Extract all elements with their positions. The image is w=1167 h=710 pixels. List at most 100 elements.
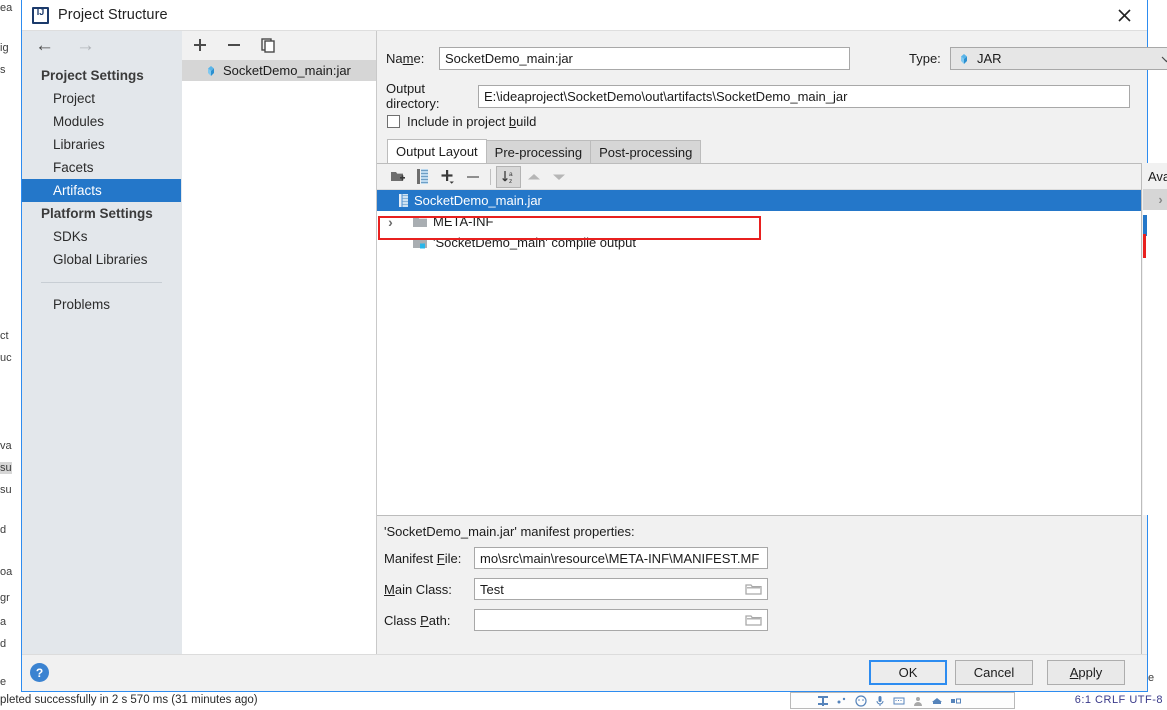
tab-pre-processing[interactable]: Pre-processing: [485, 140, 592, 164]
forward-arrow-icon[interactable]: →: [76, 36, 95, 55]
manifest-file-wrap: [474, 547, 768, 569]
apply-button-mnemonic: A: [1069, 665, 1079, 680]
remove-artifact-icon[interactable]: [226, 37, 242, 53]
artifact-detail-panel: Name: Type: JAR Output directory:: [377, 31, 1167, 687]
user-icon[interactable]: [912, 695, 924, 707]
class-path-input[interactable]: [474, 609, 768, 631]
output-directory-row: Output directory:: [386, 81, 1130, 111]
create-directory-icon: [390, 171, 405, 181]
ime-toolbar[interactable]: [790, 692, 1015, 709]
punctuation-icon[interactable]: [836, 695, 848, 707]
bg-text-fragment: d: [0, 638, 7, 650]
tree-twisty[interactable]: ›: [1152, 192, 1167, 207]
manifest-file-input[interactable]: [474, 547, 768, 569]
keyboard-layout-icon[interactable]: [817, 695, 829, 707]
tab-post-processing[interactable]: Post-processing: [590, 140, 702, 164]
dialog-body: ← → Project Settings Project Modules Lib…: [22, 31, 1167, 687]
output-tabs: Output Layout Pre-processing Post-proces…: [387, 139, 702, 164]
remove-element-button[interactable]: [460, 166, 485, 188]
apply-button[interactable]: Apply: [1047, 660, 1125, 685]
copy-artifact-icon[interactable]: [260, 37, 276, 53]
artifact-list-item[interactable]: SocketDemo_main:jar: [182, 60, 376, 81]
bg-text-fragment: e: [0, 676, 7, 688]
sidebar-item-problems[interactable]: Problems: [22, 293, 181, 316]
sidebar-item-modules[interactable]: Modules: [22, 110, 181, 133]
output-layout-panel: a z SocketDemo_main.jar › META-INF 'Sock…: [377, 163, 1142, 515]
keyboard-icon[interactable]: [893, 695, 905, 707]
cancel-button[interactable]: Cancel: [955, 660, 1033, 685]
back-arrow-icon[interactable]: ←: [35, 36, 54, 55]
create-directory-button[interactable]: [385, 166, 410, 188]
main-class-row: Main Class:: [384, 578, 768, 600]
sidebar-item-sdks[interactable]: SDKs: [22, 225, 181, 248]
intellij-idea-icon: [32, 6, 49, 24]
available-elements-list: › SocketDemo SocketDemo: [1143, 189, 1167, 258]
type-label: Type:: [909, 51, 941, 66]
tree-row[interactable]: SocketDemo_main.jar: [377, 190, 1141, 211]
emoji-icon[interactable]: [855, 694, 867, 707]
layout-toggle-icon[interactable]: [950, 695, 962, 707]
folder-browse-icon[interactable]: [745, 582, 762, 596]
microphone-icon[interactable]: [874, 695, 886, 707]
output-directory-input[interactable]: [478, 84, 1130, 108]
available-list-item[interactable]: › SocketDemo: [1143, 189, 1167, 210]
sort-alphabetically-icon: a z: [501, 170, 513, 185]
sort-button[interactable]: a z: [496, 165, 521, 188]
jar-diamond-icon: [961, 53, 967, 64]
help-button[interactable]: ?: [30, 663, 49, 682]
highlight-indicator-strip: [1143, 234, 1146, 258]
available-elements-title: Available Elements: [1148, 168, 1167, 184]
move-down-icon: [552, 174, 565, 180]
available-elements-header: Available Elements ?: [1143, 163, 1167, 189]
add-element-button[interactable]: [435, 166, 460, 188]
create-archive-icon: [417, 169, 428, 184]
tree-row-label: META-INF: [433, 214, 494, 229]
name-input[interactable]: [439, 47, 850, 70]
remove-icon: [466, 175, 479, 178]
tree-row[interactable]: › META-INF: [377, 211, 1141, 232]
build-status-text: pleted successfully in 2 s 570 ms (31 mi…: [0, 694, 258, 706]
artifact-list-item-label: SocketDemo_main:jar: [223, 63, 351, 78]
move-up-button[interactable]: [521, 166, 546, 188]
close-button[interactable]: [1101, 0, 1147, 30]
bg-text-fragment: va: [0, 440, 12, 452]
main-class-wrap: [474, 578, 768, 600]
include-in-build-checkbox[interactable]: [387, 115, 400, 128]
bg-text-fragment: su: [0, 484, 12, 496]
include-in-build-row[interactable]: Include in project build: [387, 114, 536, 129]
add-artifact-icon[interactable]: [192, 37, 208, 53]
sidebar-item-global-libraries[interactable]: Global Libraries: [22, 248, 181, 271]
settings-sidebar: ← → Project Settings Project Modules Lib…: [22, 31, 182, 655]
manifest-properties-title: 'SocketDemo_main.jar' manifest propertie…: [384, 524, 635, 539]
bg-text-fragment: d: [0, 524, 7, 536]
selection-indicator-strip: [1143, 215, 1147, 236]
output-layout-toolbar: a z: [377, 164, 1141, 190]
chevron-down-icon: [1161, 56, 1167, 63]
move-down-button[interactable]: [546, 166, 571, 188]
folder-browse-icon[interactable]: [745, 613, 762, 627]
bg-text-fragment: ig: [0, 42, 9, 54]
main-class-input[interactable]: [474, 578, 768, 600]
sidebar-item-project[interactable]: Project: [22, 87, 181, 110]
compile-output-icon: [413, 237, 427, 248]
sidebar-item-facets[interactable]: Facets: [22, 156, 181, 179]
tree-row[interactable]: 'SocketDemo_main' compile output: [377, 232, 1141, 253]
ok-button[interactable]: OK: [869, 660, 947, 685]
bg-text-fragment: ea: [0, 2, 13, 14]
artifacts-list-panel: SocketDemo_main:jar: [182, 31, 377, 655]
main-class-label: Main Class:: [384, 581, 452, 597]
type-dropdown-value: JAR: [977, 51, 1002, 66]
sidebar-group-project-settings: Project Settings: [41, 68, 144, 83]
sidebar-item-artifacts[interactable]: Artifacts: [22, 179, 181, 202]
manifest-file-row: Manifest File:: [384, 547, 768, 569]
sidebar-item-libraries[interactable]: Libraries: [22, 133, 181, 156]
type-dropdown[interactable]: JAR: [950, 47, 1167, 70]
dialog-titlebar: Project Structure: [22, 0, 1147, 31]
sidebar-list: Project Settings Project Modules Librari…: [22, 60, 181, 316]
create-archive-button[interactable]: [410, 166, 435, 188]
folder-icon: [413, 217, 427, 227]
sidebar-group-platform-settings: Platform Settings: [41, 206, 153, 221]
tree-twisty[interactable]: ›: [382, 214, 399, 230]
hat-icon[interactable]: [931, 695, 943, 707]
tab-output-layout[interactable]: Output Layout: [387, 139, 487, 164]
